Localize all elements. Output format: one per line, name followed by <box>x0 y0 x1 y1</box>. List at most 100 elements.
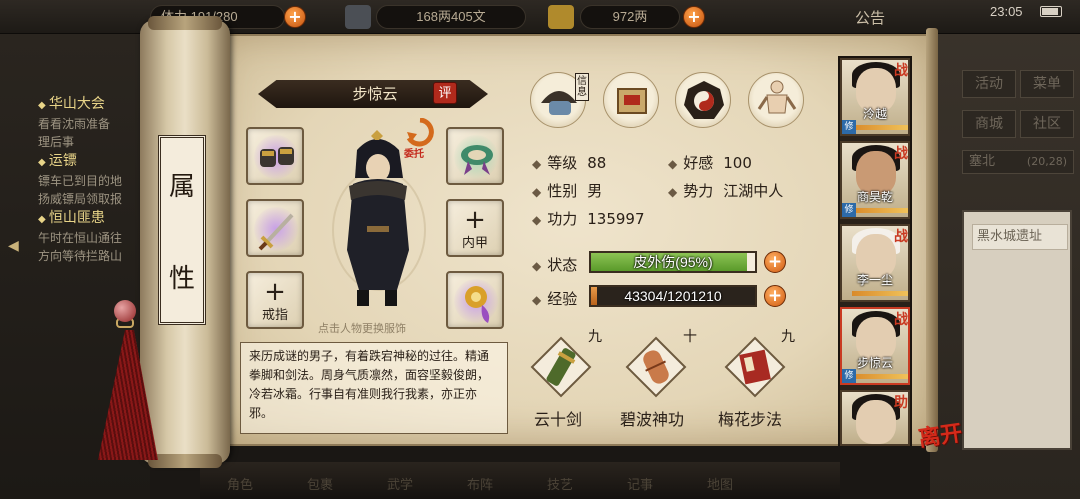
status-text: 皮外伤(95%) <box>633 254 713 270</box>
level-stat: ◆ 等级 88 <box>532 152 606 173</box>
nav-map[interactable]: 地图 <box>680 474 760 493</box>
community-button[interactable]: 社区 <box>1020 110 1074 138</box>
sword-manual-icon <box>530 336 592 398</box>
diamond-icon: ◆ <box>532 157 542 171</box>
faction-label: 势力 <box>683 182 714 200</box>
nav-craft[interactable]: 技艺 <box>520 474 600 493</box>
status-bar: 皮外伤(95%) <box>589 251 757 273</box>
role-tag: 助 <box>894 395 908 411</box>
copper-counter: 168两405文 <box>376 5 526 29</box>
silver-counter: 972两 <box>580 5 680 29</box>
activity-button[interactable]: 活动 <box>962 70 1016 98</box>
armor-slot-label: 内甲 <box>461 236 488 251</box>
favor-stat: ◆ 好感 100 <box>668 152 752 173</box>
add-armor-icon: + <box>464 205 486 235</box>
panel-title-char: 属 <box>168 171 195 202</box>
nav-formation[interactable]: 布阵 <box>440 474 520 493</box>
panel-title-label: 属 性 <box>158 135 206 325</box>
level-value: 88 <box>587 154 607 172</box>
scroll-right-edge <box>926 28 938 452</box>
level-label: 等级 <box>547 154 578 172</box>
weapon-slot[interactable] <box>246 199 304 257</box>
party-member-bar <box>852 125 908 130</box>
accessory-slot[interactable] <box>446 127 504 185</box>
power-stat: ◆ 功力 135997 <box>532 208 645 229</box>
power-label: 功力 <box>547 210 578 228</box>
heal-button[interactable]: + <box>764 251 786 273</box>
quest-title: 运镖 <box>38 152 148 172</box>
menu-button[interactable]: 菜单 <box>1020 70 1074 98</box>
location-display: 塞北 (20,28) <box>962 150 1074 174</box>
status-label-row: ◆ 状态 <box>532 254 577 275</box>
faction-stat: ◆ 势力 江湖中人 <box>668 180 783 201</box>
diamond-icon: ◆ <box>532 293 542 307</box>
info-tag: 信息 <box>575 73 589 101</box>
bagua-button[interactable] <box>675 72 731 128</box>
location-list-item[interactable]: 黑水城遗址 <box>972 224 1068 250</box>
quest-line: 理后事 <box>38 135 75 149</box>
favor-label: 好感 <box>683 154 714 172</box>
status-label: 状态 <box>547 256 578 274</box>
ring-slot[interactable]: + 戒指 <box>246 271 304 329</box>
party-member-bar <box>852 291 908 296</box>
cultivation-badge: 修 <box>842 120 856 134</box>
quest-line: 方向等待拦路山 <box>38 249 123 263</box>
faction-value: 江湖中人 <box>723 182 784 200</box>
meridian-button[interactable] <box>748 72 804 128</box>
evaluate-button[interactable]: 评 <box>433 82 457 104</box>
gender-label: 性别 <box>547 182 578 200</box>
role-tag: 战 <box>894 63 908 79</box>
skill-name: 云十剑 <box>534 410 583 429</box>
nav-role[interactable]: 角色 <box>200 474 280 493</box>
nav-martial[interactable]: 武学 <box>360 474 440 493</box>
quest-line: 镖车已到目的地 <box>38 174 123 188</box>
scroll-button[interactable] <box>603 72 659 128</box>
add-stamina-button[interactable]: + <box>284 6 306 28</box>
location-coords: (20,28) <box>1026 155 1067 168</box>
quest-item[interactable]: 华山大会 看看沈雨准备 理后事 <box>38 95 148 151</box>
skill-name: 碧波神功 <box>620 410 685 429</box>
sword-icon <box>258 213 294 251</box>
gender-value: 男 <box>587 182 603 200</box>
quest-line: 午时在恒山通往 <box>38 231 123 245</box>
body-icon <box>757 80 797 114</box>
favor-value: 100 <box>723 154 752 172</box>
exp-text: 43304/1201210 <box>624 288 722 304</box>
nav-journal[interactable]: 记事 <box>600 474 680 493</box>
copper-coin-icon <box>345 5 371 29</box>
diamond-icon: ◆ <box>532 185 542 199</box>
location-name: 塞北 <box>969 154 996 169</box>
tassel-ornament <box>78 300 158 460</box>
internal-art-icon <box>625 336 687 398</box>
quest-title: 华山大会 <box>38 95 148 115</box>
quest-item[interactable]: 运镖 镖车已到目的地 扬威镖局领取报 <box>38 152 148 208</box>
ring-slot-label: 戒指 <box>261 308 288 323</box>
cultivation-badge: 修 <box>842 203 856 217</box>
scarf-icon <box>461 145 493 175</box>
quest-item[interactable]: 恒山匪患 午时在恒山通往 方向等待拦路山 <box>38 209 148 265</box>
character-name: 步惊云 <box>352 85 398 103</box>
diamond-icon: ◆ <box>668 157 678 171</box>
add-silver-button[interactable]: + <box>683 6 705 28</box>
footwork-manual-icon <box>724 336 786 398</box>
character-description: 来历成谜的男子，有着跌宕神秘的过往。精通拳脚和剑法。周身气质凛然，面容坚毅俊朗，… <box>240 342 508 434</box>
pendant-slot[interactable] <box>446 271 504 329</box>
character-portrait[interactable] <box>327 130 427 310</box>
quest-title: 恒山匪患 <box>38 209 148 229</box>
notice-button[interactable]: 公告 <box>855 7 885 28</box>
location-list: 黑水城遗址 <box>962 210 1072 450</box>
party-member-name: 李一尘 <box>856 273 893 287</box>
panel-title-char: 性 <box>168 263 195 294</box>
quest-line: 扬威镖局领取报 <box>38 192 123 206</box>
shop-button[interactable]: 商城 <box>962 110 1016 138</box>
info-button[interactable]: 信息 <box>530 72 589 128</box>
gloves-slot[interactable] <box>246 127 304 185</box>
exp-bar: 43304/1201210 <box>589 285 757 307</box>
nav-bag[interactable]: 包裹 <box>280 474 360 493</box>
armor-slot[interactable]: + 内甲 <box>446 199 504 257</box>
cultivation-badge: 修 <box>842 369 856 383</box>
leave-button[interactable]: 离开 <box>916 415 964 453</box>
collapse-arrow-icon[interactable]: ◀ <box>8 238 26 260</box>
add-exp-button[interactable]: + <box>764 285 786 307</box>
bottom-nav-bar: 角色 包裹 武学 布阵 技艺 记事 地图 <box>200 462 840 499</box>
